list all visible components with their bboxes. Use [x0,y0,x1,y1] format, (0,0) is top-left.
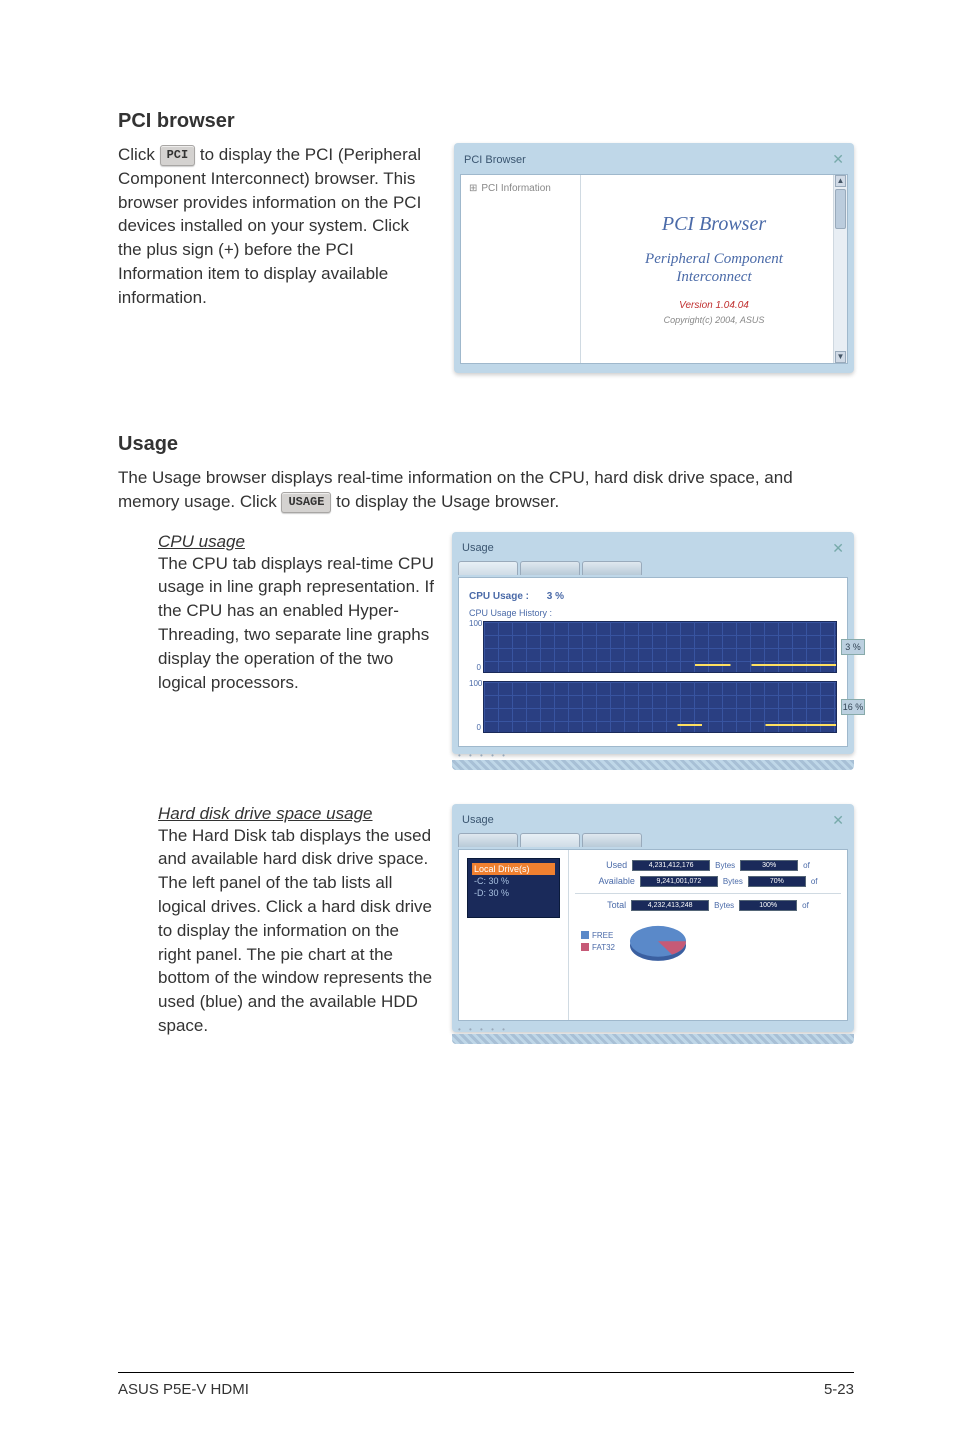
window-hatch [452,1034,854,1044]
tab-cpu [458,561,518,575]
pie-legend: FREE FAT32 [581,930,615,954]
cpu-pct-1: 3 % [841,639,865,655]
usage-intro-after: to display the Usage browser. [331,492,559,511]
resize-dots: • • • • • [458,751,848,760]
cpu-window-title: Usage [462,542,494,554]
cpu-usage-screenshot: Usage ✕ CPU Usage : 3 % CPU Usage Histor… [452,532,854,754]
tab-cpu [458,833,518,847]
close-icon: ✕ [832,151,844,168]
pci-browser-screenshot: PCI Browser ✕ ⊞ PCI Information PCI Brow… [454,143,854,373]
tab-hdd [520,561,580,575]
pci-section-title: PCI browser [118,110,854,133]
pci-paragraph: Click PCI to display the PCI (Peripheral… [118,143,436,310]
cpu-history-label: CPU Usage History : [469,608,837,618]
used-unit: Bytes [715,861,735,870]
usage-section-title: Usage [118,433,854,456]
used-bar: 4,231,412,176 [632,860,710,871]
pci-button-icon: PCI [160,145,196,166]
cpu-usage-body: The CPU tab displays real-time CPU usage… [158,552,434,695]
hdd-usage-subtitle: Hard disk drive space usage [158,804,434,824]
footer-right: 5-23 [824,1381,854,1398]
usage-button-icon: USAGE [281,492,331,513]
hdd-window-title: Usage [462,814,494,826]
used-pct: 30% [740,860,798,871]
tab-hdd [520,833,580,847]
close-icon: ✕ [832,812,844,829]
pci-heading: PCI Browser [662,213,766,236]
tab-mem [582,833,642,847]
pci-copyright: Copyright(c) 2004, ASUS [664,315,765,325]
pie-chart [623,917,693,967]
pci-subline1: Peripheral Component [645,250,783,268]
pci-subline2: Interconnect [676,268,751,286]
hdd-usage-body: The Hard Disk tab displays the used and … [158,824,434,1038]
axis-tick-0: 0 [469,663,481,672]
total-pct: 100% [739,900,797,911]
tree-root-item: ⊞ PCI Information [469,183,572,194]
axis-tick-100b: 100 [469,679,481,688]
hdd-usage-screenshot: Usage ✕ Local Drive(s) -C: 30 % -D: 30 % [452,804,854,1032]
axis-tick-100: 100 [469,619,481,628]
drive-list: Local Drive(s) -C: 30 % -D: 30 % [467,858,560,918]
avail-label: Available [598,876,634,886]
tab-mem [582,561,642,575]
pci-window-title: PCI Browser [464,154,526,166]
pci-text-after: to display the PCI (Peripheral Component… [118,145,421,307]
legend-format: FAT32 [592,943,615,952]
drive-c: -C: 30 % [472,875,555,887]
close-icon: ✕ [832,540,844,557]
cpu-graph-1 [483,621,837,673]
resize-dots: • • • • • [458,1025,848,1034]
cpu-usage-subtitle: CPU usage [158,532,434,552]
scroll-thumb [835,189,846,229]
pci-text-before: Click [118,145,160,164]
legend-used-icon [581,943,589,951]
pci-version: Version 1.04.04 [679,300,749,311]
used-label: Used [606,860,627,870]
total-bar: 4,232,413,248 [631,900,709,911]
total-label: Total [607,900,626,910]
axis-tick-0b: 0 [469,723,481,732]
legend-free: FREE [592,931,613,940]
avail-unit: Bytes [723,877,743,886]
used-pct-unit: of [803,861,810,870]
scroll-down-icon: ▼ [835,351,846,363]
avail-pct-unit: of [811,877,818,886]
avail-pct: 70% [748,876,806,887]
drive-d: -D: 30 % [472,887,555,899]
window-hatch [452,760,854,770]
total-unit: Bytes [714,901,734,910]
scrollbar: ▲ ▼ [833,175,847,363]
legend-free-icon [581,931,589,939]
cpu-usage-value: 3 % [547,591,564,602]
total-pct-unit: of [802,901,809,910]
footer-left: ASUS P5E-V HDMI [118,1381,249,1398]
cpu-pct-2: 16 % [841,699,865,715]
drive-list-header: Local Drive(s) [472,863,555,875]
tree-root-label: PCI Information [481,183,550,194]
cpu-usage-label: CPU Usage : [469,591,529,602]
plus-icon: ⊞ [469,183,477,194]
usage-intro: The Usage browser displays real-time inf… [118,466,854,514]
avail-bar: 9,241,001,072 [640,876,718,887]
cpu-graph-2 [483,681,837,733]
scroll-up-icon: ▲ [835,175,846,187]
